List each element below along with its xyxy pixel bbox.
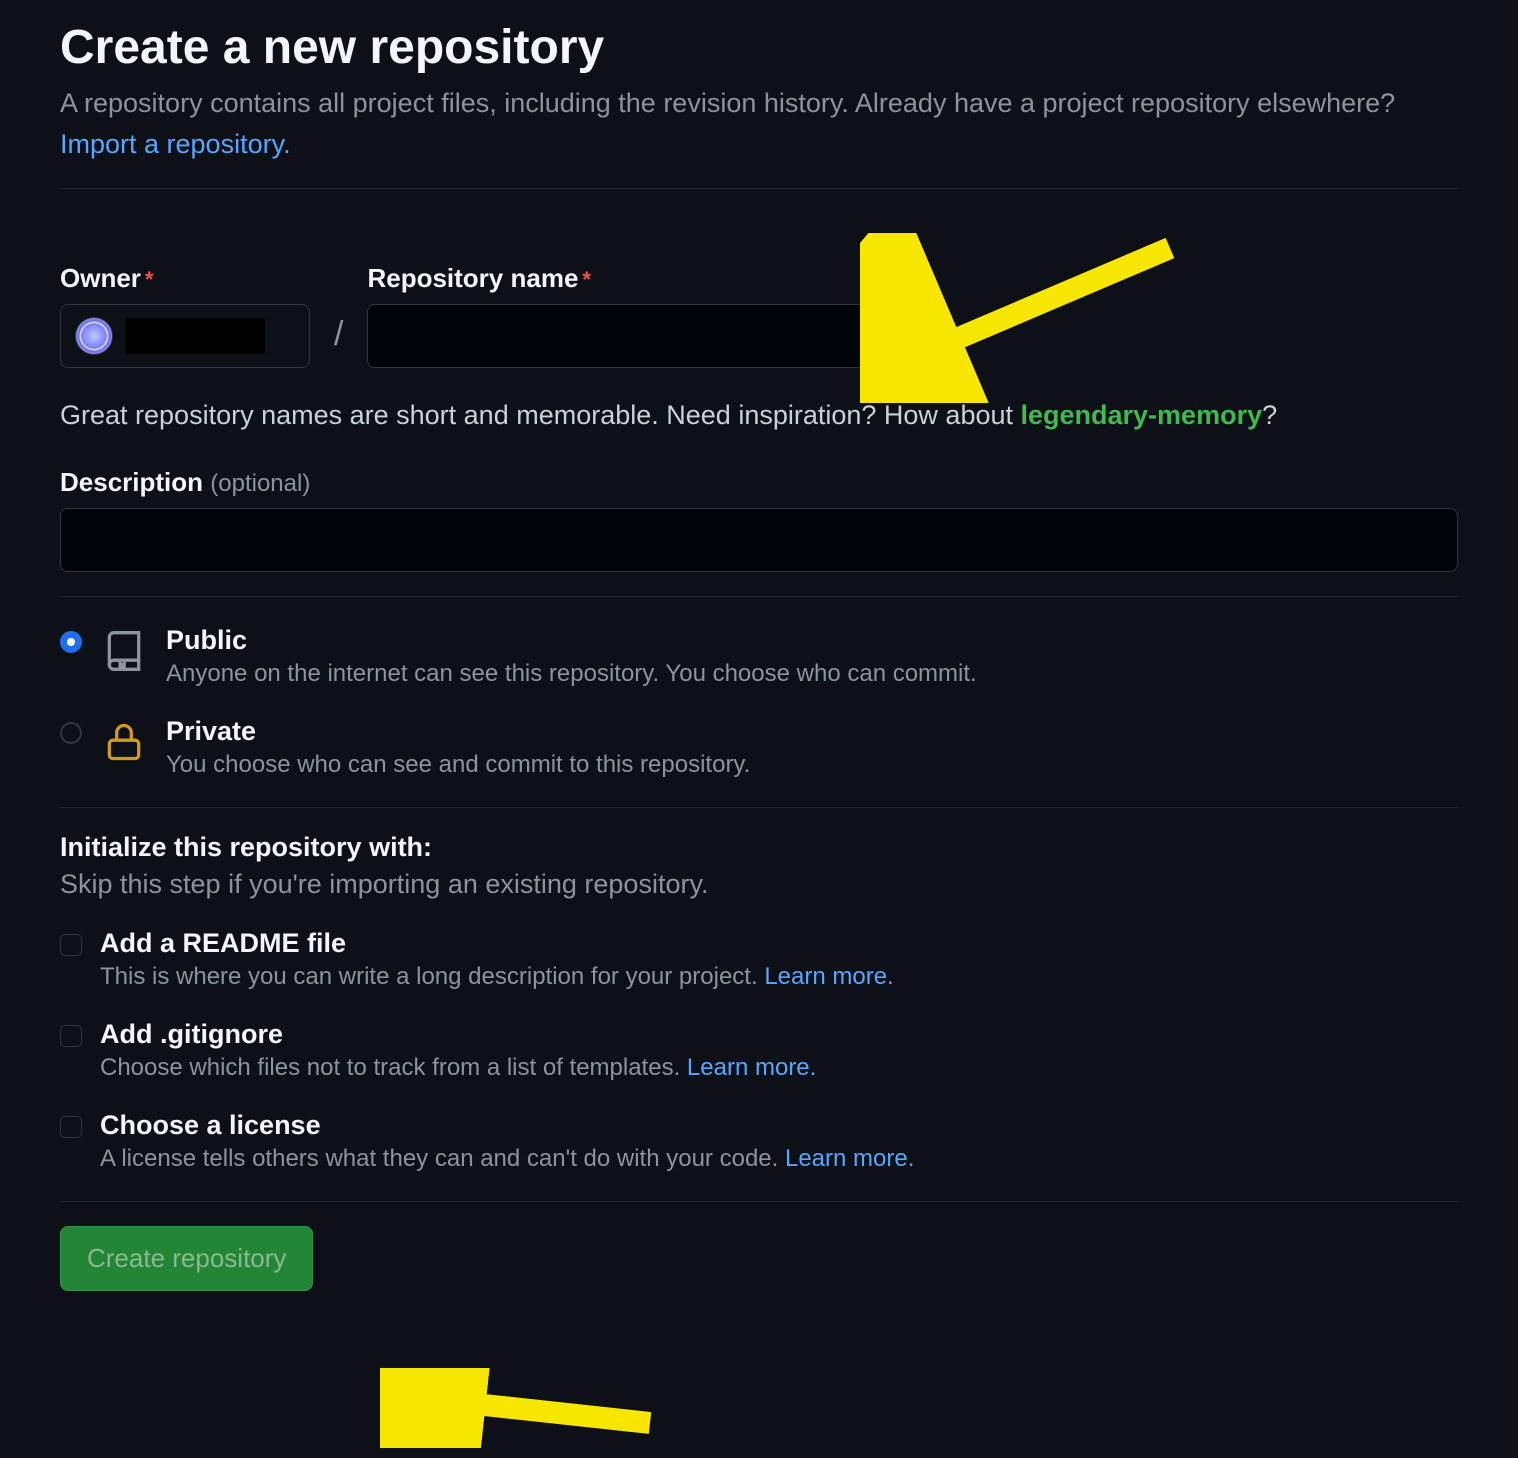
private-radio[interactable] xyxy=(60,722,82,744)
public-desc: Anyone on the internet can see this repo… xyxy=(166,660,977,688)
owner-field-group: Owner* xyxy=(60,263,310,368)
readme-row: Add a README file This is where you can … xyxy=(60,928,1458,991)
repo-name-input[interactable] xyxy=(367,304,867,368)
readme-learn-link[interactable]: Learn more. xyxy=(764,963,893,990)
divider xyxy=(60,1201,1458,1202)
license-desc-text: A license tells others what they can and… xyxy=(100,1145,785,1172)
initialize-sub: Skip this step if you're importing an ex… xyxy=(60,869,1458,900)
page-title: Create a new repository xyxy=(60,20,1458,75)
gitignore-desc-text: Choose which files not to track from a l… xyxy=(100,1054,687,1081)
hint-q: ? xyxy=(1262,400,1277,430)
gitignore-learn-link[interactable]: Learn more. xyxy=(687,1054,816,1081)
repo-name-label: Repository name* xyxy=(367,263,867,294)
slash-separator: / xyxy=(334,301,343,368)
visibility-public-row: Public Anyone on the internet can see th… xyxy=(60,625,1458,688)
gitignore-desc: Choose which files not to track from a l… xyxy=(100,1054,816,1082)
description-label: Description (optional) xyxy=(60,467,1458,498)
name-hint-row: Great repository names are short and mem… xyxy=(60,400,1458,431)
license-row: Choose a license A license tells others … xyxy=(60,1110,1458,1173)
required-asterisk: * xyxy=(145,267,154,292)
description-field-group: Description (optional) xyxy=(60,467,1458,572)
create-repository-button[interactable]: Create repository xyxy=(60,1226,313,1291)
readme-desc: This is where you can write a long descr… xyxy=(100,963,894,991)
private-title: Private xyxy=(166,716,750,747)
description-optional: (optional) xyxy=(210,470,310,497)
import-repository-link[interactable]: Import a repository. xyxy=(60,129,291,159)
license-learn-link[interactable]: Learn more. xyxy=(785,1145,914,1172)
readme-checkbox[interactable] xyxy=(60,934,82,956)
private-desc: You choose who can see and commit to thi… xyxy=(166,751,750,779)
required-asterisk: * xyxy=(582,267,591,292)
owner-select-dropdown[interactable] xyxy=(60,304,310,368)
repo-name-field-group: Repository name* xyxy=(367,263,867,368)
divider xyxy=(60,807,1458,808)
public-title: Public xyxy=(166,625,977,656)
divider xyxy=(60,596,1458,597)
gitignore-checkbox[interactable] xyxy=(60,1025,82,1047)
annotation-arrow-icon xyxy=(380,1368,680,1448)
avatar-icon xyxy=(75,317,113,355)
license-title: Choose a license xyxy=(100,1110,914,1141)
repo-icon xyxy=(102,629,146,673)
name-suggestion-link[interactable]: legendary-memory xyxy=(1021,400,1263,430)
description-input[interactable] xyxy=(60,508,1458,572)
readme-title: Add a README file xyxy=(100,928,894,959)
page-subtitle: A repository contains all project files,… xyxy=(60,83,1458,164)
hint-text: Great repository names are short and mem… xyxy=(60,400,1021,430)
owner-label-text: Owner xyxy=(60,263,141,293)
owner-label: Owner* xyxy=(60,263,310,294)
license-checkbox[interactable] xyxy=(60,1116,82,1138)
gitignore-title: Add .gitignore xyxy=(100,1019,816,1050)
subtitle-text: A repository contains all project files,… xyxy=(60,88,1395,118)
public-radio[interactable] xyxy=(60,631,82,653)
gitignore-row: Add .gitignore Choose which files not to… xyxy=(60,1019,1458,1082)
description-label-text: Description xyxy=(60,467,203,497)
visibility-private-row: Private You choose who can see and commi… xyxy=(60,716,1458,779)
lock-icon xyxy=(102,720,146,764)
license-desc: A license tells others what they can and… xyxy=(100,1145,914,1173)
readme-desc-text: This is where you can write a long descr… xyxy=(100,963,764,990)
repo-name-label-text: Repository name xyxy=(367,263,578,293)
owner-name-redacted xyxy=(125,318,265,354)
initialize-heading: Initialize this repository with: xyxy=(60,832,1458,863)
divider xyxy=(60,188,1458,189)
